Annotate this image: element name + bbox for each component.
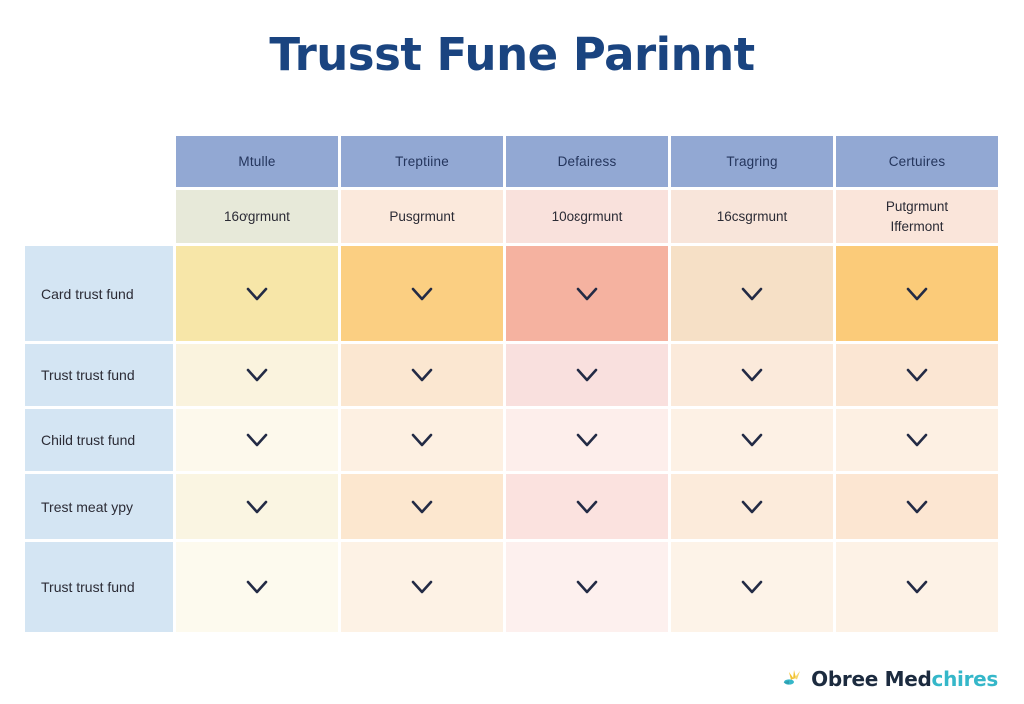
- column-subheader-5: Putgrmunt Iffermont: [836, 190, 998, 243]
- column-subheader-line1: Pusgrmunt: [389, 208, 455, 224]
- chevron-down-icon: [576, 368, 598, 382]
- matrix-subheader-spacer: [25, 190, 173, 243]
- chevron-down-icon: [741, 368, 763, 382]
- comparison-matrix: Mtulle Treptiine Defairess Tragring Certuire…: [25, 136, 998, 632]
- chevron-down-icon: [906, 287, 928, 301]
- matrix-cell-r4-c4[interactable]: [671, 474, 833, 539]
- chevron-down-icon: [741, 580, 763, 594]
- column-subheader-2: Pusgrmunt: [341, 190, 503, 243]
- column-header-label: Mtulle: [238, 154, 276, 169]
- chevron-down-icon: [576, 433, 598, 447]
- row-label-text: Child trust fund: [41, 432, 136, 448]
- column-header-2[interactable]: Treptiine: [341, 136, 503, 187]
- chevron-down-icon: [741, 500, 763, 514]
- matrix-cell-r5-c1[interactable]: [176, 542, 338, 632]
- column-header-label: Defairess: [557, 154, 617, 169]
- chevron-down-icon: [576, 500, 598, 514]
- column-header-4[interactable]: Tragring: [671, 136, 833, 187]
- column-subheader-1: 16ơgrmunt: [176, 190, 338, 243]
- column-header-1[interactable]: Mtulle: [176, 136, 338, 187]
- butterfly-logo-icon: [781, 666, 807, 692]
- chevron-down-icon: [741, 287, 763, 301]
- matrix-cell-r3-c5[interactable]: [836, 409, 998, 471]
- matrix-cell-r2-c2[interactable]: [341, 344, 503, 406]
- matrix-cell-r1-c3[interactable]: [506, 246, 668, 341]
- chevron-down-icon: [246, 433, 268, 447]
- matrix-cell-r1-c4[interactable]: [671, 246, 833, 341]
- matrix-cell-r5-c2[interactable]: [341, 542, 503, 632]
- column-header-5[interactable]: Certuires: [836, 136, 998, 187]
- matrix-cell-r4-c5[interactable]: [836, 474, 998, 539]
- infographic-page: Trusst Fune Parinnt Mtulle Treptiine Defai…: [0, 0, 1024, 704]
- matrix-cell-r2-c1[interactable]: [176, 344, 338, 406]
- column-subheader-4: 16csgrmunt: [671, 190, 833, 243]
- matrix-cell-r2-c3[interactable]: [506, 344, 668, 406]
- row-label-text: Card trust fund: [41, 285, 134, 302]
- chevron-down-icon: [906, 368, 928, 382]
- row-label-2[interactable]: Trust trust fund: [25, 344, 173, 406]
- matrix-cell-r3-c2[interactable]: [341, 409, 503, 471]
- row-label-1[interactable]: Card trust fund: [25, 246, 173, 341]
- chevron-down-icon: [246, 580, 268, 594]
- column-header-label: Tragring: [726, 154, 778, 169]
- row-label-text: Trust trust fund: [41, 367, 135, 383]
- matrix-cell-r2-c5[interactable]: [836, 344, 998, 406]
- matrix-cell-r1-c1[interactable]: [176, 246, 338, 341]
- chevron-down-icon: [576, 580, 598, 594]
- matrix-cell-r3-c4[interactable]: [671, 409, 833, 471]
- chevron-down-icon: [411, 433, 433, 447]
- column-subheader-line1: 16ơgrmunt: [224, 208, 290, 224]
- chevron-down-icon: [906, 500, 928, 514]
- brand-logo: Obree Medchires: [781, 666, 998, 692]
- chevron-down-icon: [246, 368, 268, 382]
- chevron-down-icon: [246, 287, 268, 301]
- column-header-label: Certuires: [888, 154, 946, 169]
- chevron-down-icon: [576, 287, 598, 301]
- matrix-cell-r5-c4[interactable]: [671, 542, 833, 632]
- logo-text-primary: Obree Med: [811, 667, 932, 691]
- row-label-text: Trest meat ypy: [41, 498, 134, 515]
- column-subheader-line2: Iffermont: [890, 218, 944, 234]
- matrix-cell-r4-c2[interactable]: [341, 474, 503, 539]
- chevron-down-icon: [411, 368, 433, 382]
- row-label-3[interactable]: Child trust fund: [25, 409, 173, 471]
- chevron-down-icon: [411, 500, 433, 514]
- chevron-down-icon: [411, 580, 433, 594]
- column-subheader-line1: 10oɛgrmunt: [551, 208, 623, 224]
- matrix-corner-spacer: [25, 136, 173, 187]
- page-title: Trusst Fune Parinnt: [269, 28, 755, 81]
- matrix-cell-r3-c1[interactable]: [176, 409, 338, 471]
- column-subheader-3: 10oɛgrmunt: [506, 190, 668, 243]
- column-header-3[interactable]: Defairess: [506, 136, 668, 187]
- row-label-5[interactable]: Trust trust fund: [25, 542, 173, 632]
- matrix-cell-r5-c3[interactable]: [506, 542, 668, 632]
- matrix-cell-r1-c2[interactable]: [341, 246, 503, 341]
- row-label-text: Trust trust fund: [41, 579, 135, 595]
- logo-text-accent: chires: [931, 667, 999, 691]
- matrix-cell-r3-c3[interactable]: [506, 409, 668, 471]
- chevron-down-icon: [411, 287, 433, 301]
- chevron-down-icon: [906, 580, 928, 594]
- matrix-cell-r2-c4[interactable]: [671, 344, 833, 406]
- row-label-4[interactable]: Trest meat ypy: [25, 474, 173, 539]
- chevron-down-icon: [906, 433, 928, 447]
- column-subheader-line1: Putgrmunt: [885, 198, 949, 214]
- matrix-cell-r5-c5[interactable]: [836, 542, 998, 632]
- column-header-label: Treptiine: [395, 154, 449, 169]
- column-subheader-line1: 16csgrmunt: [716, 208, 788, 224]
- matrix-cell-r4-c1[interactable]: [176, 474, 338, 539]
- logo-wordmark: Obree Medchires: [811, 667, 998, 691]
- chevron-down-icon: [741, 433, 763, 447]
- matrix-cell-r1-c5[interactable]: [836, 246, 998, 341]
- matrix-cell-r4-c3[interactable]: [506, 474, 668, 539]
- chevron-down-icon: [246, 500, 268, 514]
